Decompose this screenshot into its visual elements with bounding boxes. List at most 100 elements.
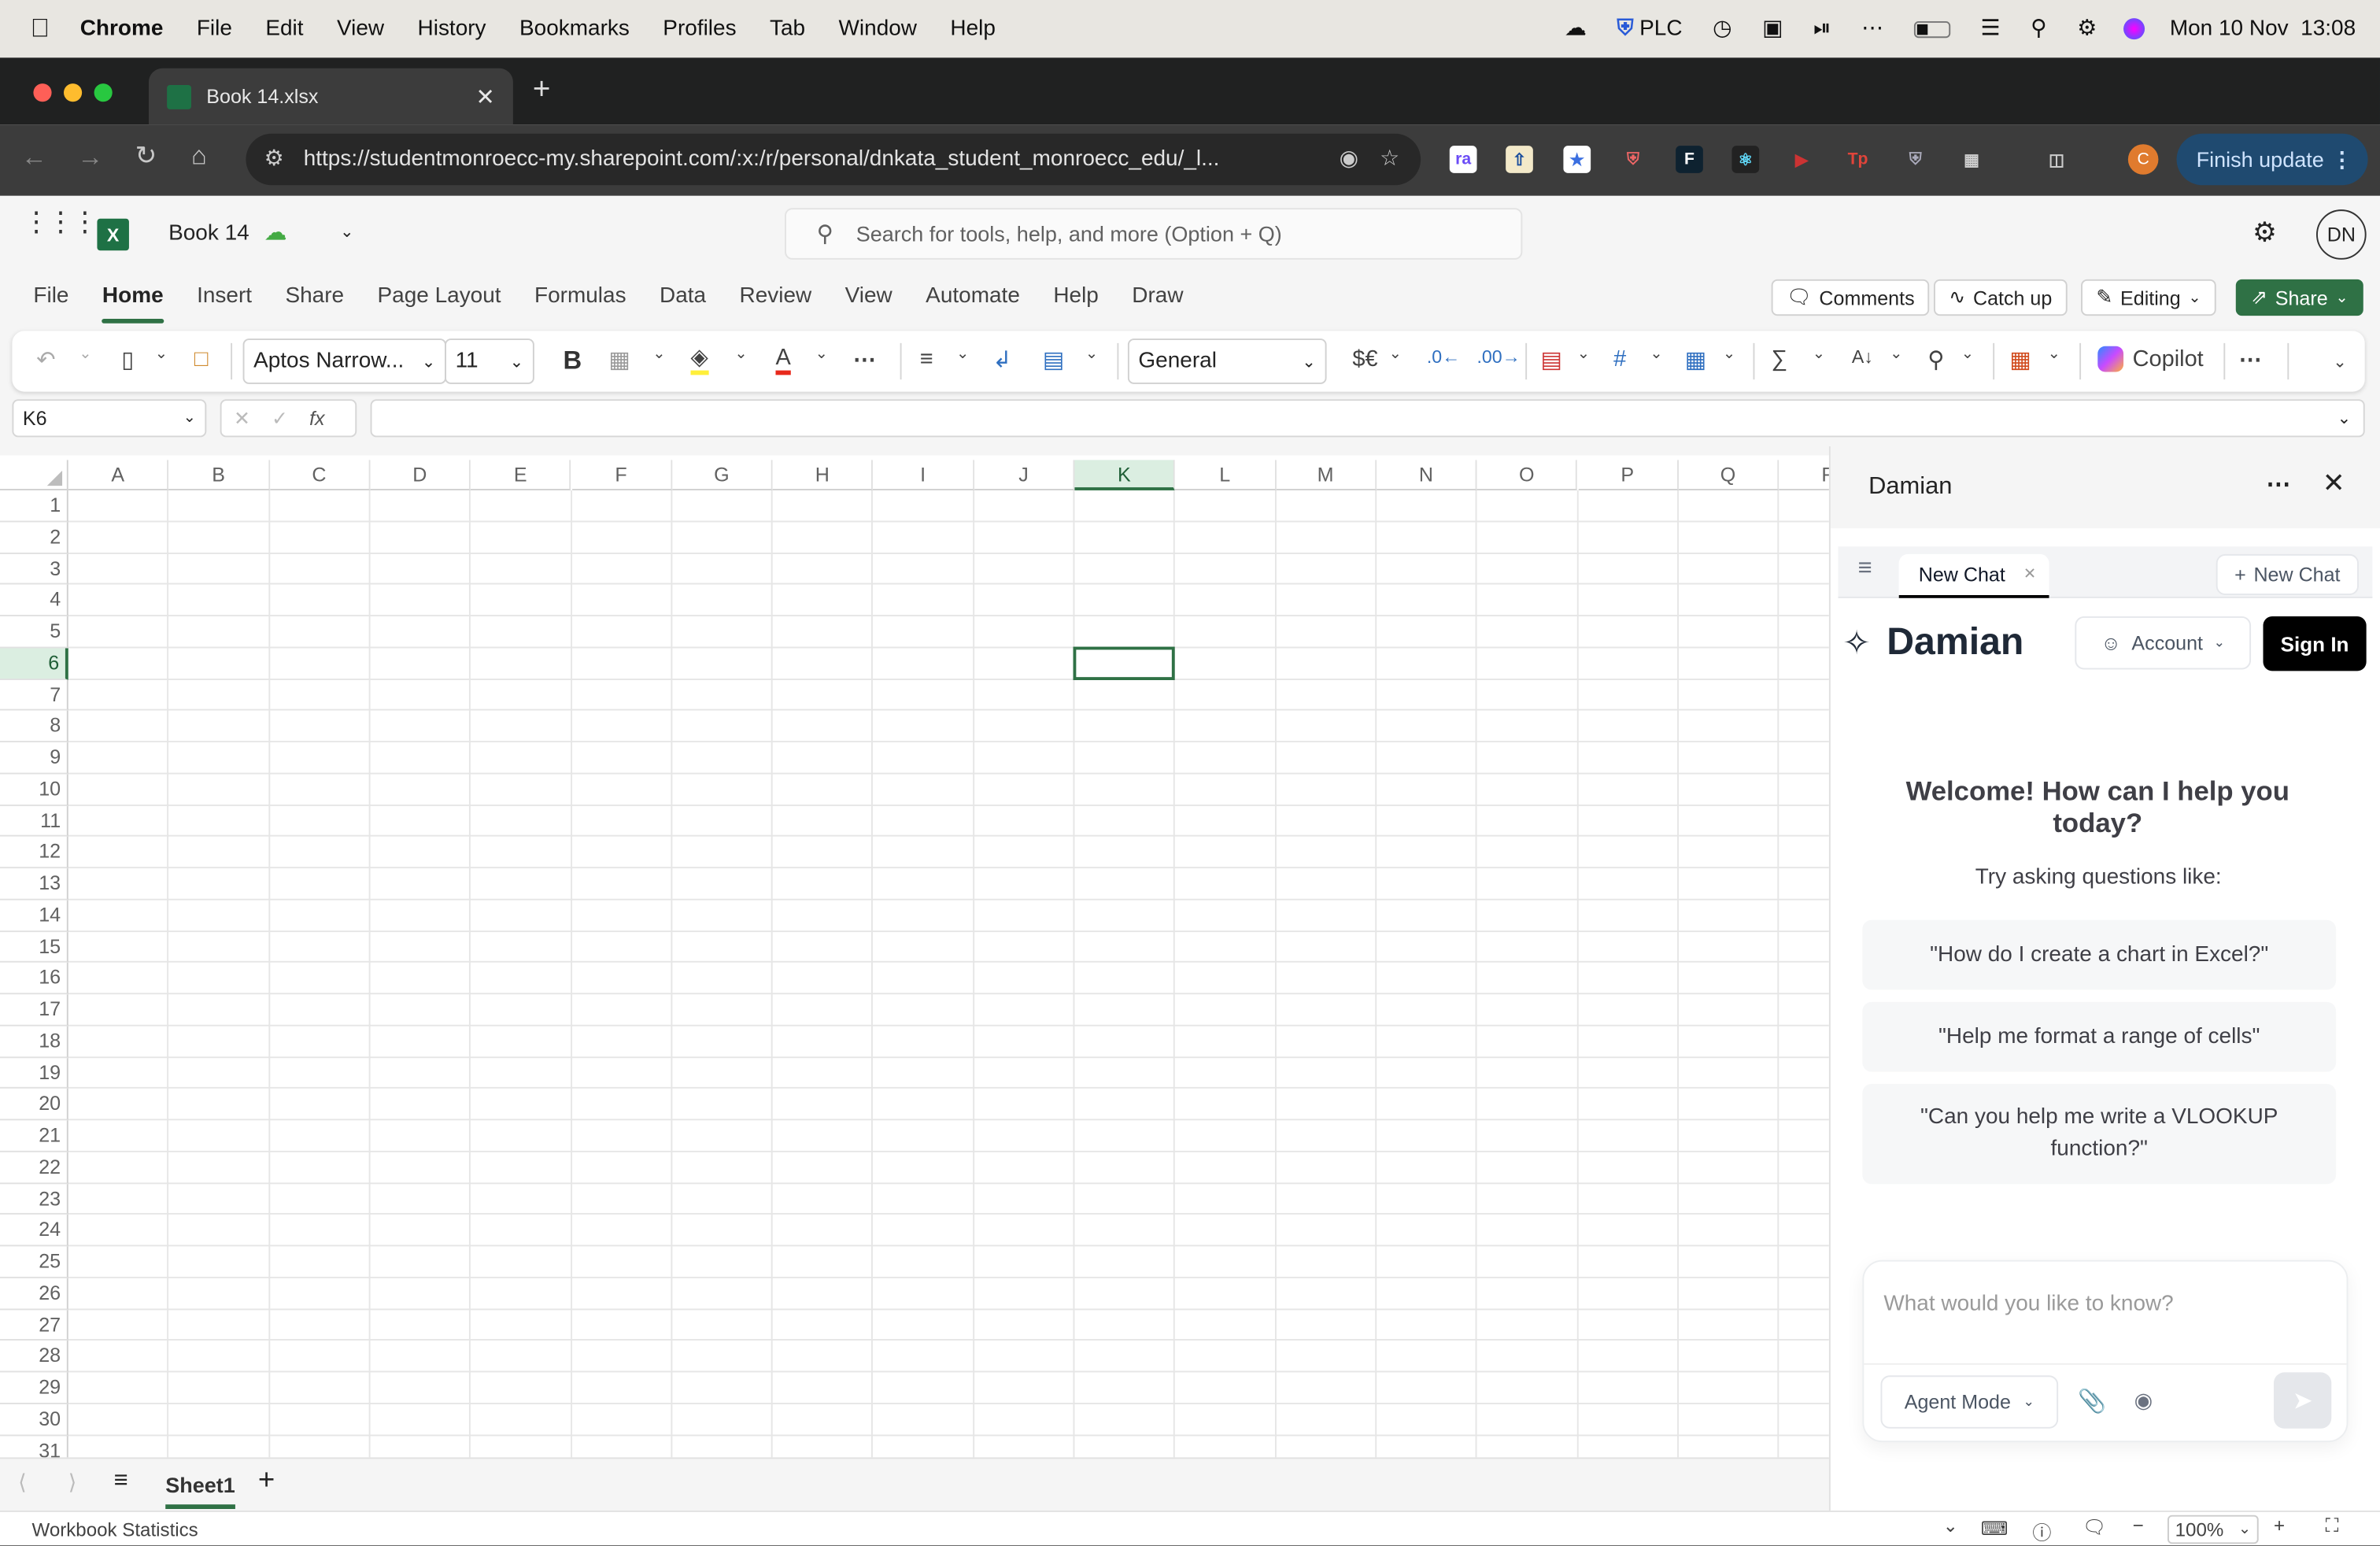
user-avatar[interactable]: DN (2316, 209, 2367, 260)
column-header-A[interactable]: A (68, 460, 169, 490)
agent-mode-dropdown[interactable]: Agent Mode⌄ (1880, 1375, 2058, 1429)
copilot-button[interactable]: Copilot (2097, 346, 2203, 372)
cancel-icon[interactable]: ✕ (234, 406, 250, 431)
row-header-27[interactable]: 27 (0, 1309, 68, 1341)
row-header-14[interactable]: 14 (0, 900, 68, 931)
row-header-10[interactable]: 10 (0, 774, 68, 805)
row-header-8[interactable]: 8 (0, 711, 68, 742)
suggestion-2[interactable]: "Help me format a range of cells" (1862, 1002, 2336, 1072)
borders-icon[interactable]: ▦ (608, 346, 630, 374)
bold-button[interactable]: B (563, 346, 582, 377)
column-header-D[interactable]: D (370, 460, 471, 490)
close-tab-icon[interactable]: ✕ (475, 83, 494, 110)
chat-tab-active[interactable]: New Chat✕ (1899, 554, 2049, 598)
find-chevron-icon[interactable]: ⌄ (1961, 346, 1974, 363)
menu-bookmarks[interactable]: Bookmarks (519, 17, 630, 41)
apple-icon[interactable]:  (31, 13, 50, 44)
close-window-button[interactable] (33, 83, 51, 102)
workbook-statistics[interactable]: Workbook Statistics (31, 1519, 198, 1540)
keyboard-icon[interactable]: ⌨ (1981, 1517, 2009, 1540)
select-all-corner[interactable] (0, 460, 68, 490)
column-header-H[interactable]: H (773, 460, 874, 490)
column-header-E[interactable]: E (471, 460, 571, 490)
enter-check-icon[interactable]: ✓ (272, 406, 288, 431)
suggestion-3[interactable]: "Can you help me write a VLOOKUP functio… (1862, 1084, 2336, 1184)
app-launcher-icon[interactable]: ⋮⋮⋮ (23, 217, 96, 227)
extension-shield-icon[interactable]: ⛨ (1620, 146, 1647, 173)
add-ins-chevron-icon[interactable]: ⌄ (2048, 346, 2060, 363)
ribbon-tab-view[interactable]: View (845, 284, 893, 315)
row-header-28[interactable]: 28 (0, 1341, 68, 1372)
zoom-dropdown[interactable]: 100%⌄ (2168, 1515, 2259, 1544)
expand-formula-chevron-icon[interactable]: ⌄ (2338, 409, 2352, 428)
sign-in-button[interactable]: Sign In (2263, 616, 2366, 671)
row-header-16[interactable]: 16 (0, 963, 68, 994)
fill-color-icon[interactable]: ◈ (690, 346, 708, 375)
font-color-chevron-icon[interactable]: ⌄ (815, 346, 828, 363)
plc-label[interactable]: PLC (1639, 17, 1682, 41)
wifi-icon[interactable]: ☰ (1980, 17, 2000, 41)
column-header-B[interactable]: B (169, 460, 270, 490)
ribbon-tab-review[interactable]: Review (740, 284, 812, 315)
window-icon[interactable]: ▣ (1762, 17, 1783, 41)
row-header-17[interactable]: 17 (0, 994, 68, 1026)
column-header-J[interactable]: J (974, 460, 1075, 490)
menu-view[interactable]: View (337, 17, 384, 41)
row-header-15[interactable]: 15 (0, 931, 68, 963)
spotlight-icon[interactable]: ⚲ (2031, 17, 2046, 41)
menu-window[interactable]: Window (839, 17, 917, 41)
minimize-window-button[interactable] (64, 83, 82, 102)
pane-more-icon[interactable]: ⋯ (2266, 469, 2290, 500)
eye-off-icon[interactable]: ◉ (1340, 147, 1358, 172)
ribbon-tab-insert[interactable]: Insert (197, 284, 252, 315)
cell-styles-icon[interactable]: ▦ (1685, 346, 1706, 374)
ribbon-tab-home[interactable]: Home (102, 284, 164, 315)
camera-icon[interactable]: ◉ (2134, 1388, 2153, 1414)
column-header-Q[interactable]: Q (1679, 460, 1779, 490)
reload-icon[interactable]: ↻ (135, 141, 157, 172)
menu-edit[interactable]: Edit (265, 17, 303, 41)
borders-chevron-icon[interactable]: ⌄ (652, 346, 665, 363)
zoom-out-icon[interactable]: − (2133, 1515, 2144, 1537)
cf-chevron-icon[interactable]: ⌄ (1577, 346, 1590, 363)
column-header-G[interactable]: G (672, 460, 773, 490)
column-header-L[interactable]: L (1175, 460, 1276, 490)
title-chevron-down-icon[interactable]: ⌄ (340, 222, 354, 242)
tab-search-icon[interactable]: ◫ (2043, 146, 2071, 173)
ribbon-tab-formulas[interactable]: Formulas (534, 284, 626, 315)
suggestion-1[interactable]: "How do I create a chart in Excel?" (1862, 920, 2336, 990)
row-header-21[interactable]: 21 (0, 1120, 68, 1152)
row-header-11[interactable]: 11 (0, 805, 68, 837)
ribbon-tab-data[interactable]: Data (660, 284, 706, 315)
extension-tab-star-icon[interactable]: ★ (1563, 146, 1591, 173)
menu-file[interactable]: File (197, 17, 232, 41)
row-header-26[interactable]: 26 (0, 1278, 68, 1309)
menu-profiles[interactable]: Profiles (663, 17, 736, 41)
currency-format-button[interactable]: $€ (1352, 346, 1377, 372)
cloud-sync-icon[interactable]: ☁ (1565, 17, 1587, 41)
send-button[interactable]: ➤ (2274, 1372, 2331, 1428)
prev-sheet-icon[interactable]: ⟨ (18, 1470, 27, 1496)
fullscreen-icon[interactable]: ⛶ (2326, 1515, 2339, 1538)
paste-chevron-icon[interactable]: ⌄ (155, 346, 168, 363)
sort-filter-icon[interactable]: A↓ (1852, 346, 1873, 368)
chat-history-menu-icon[interactable]: ≡ (1858, 556, 1872, 583)
row-header-31[interactable]: 31 (0, 1435, 68, 1457)
name-box[interactable]: K6⌄ (12, 399, 206, 437)
align-chevron-icon[interactable]: ⌄ (956, 346, 969, 363)
pane-close-icon[interactable]: ✕ (2323, 468, 2345, 499)
search-input[interactable]: ⚲ Search for tools, help, and more (Opti… (785, 208, 1522, 260)
column-header-I[interactable]: I (874, 460, 974, 490)
control-center-icon[interactable]: ⚙ (2077, 17, 2097, 41)
format-as-table-icon[interactable]: # (1613, 346, 1626, 372)
expand-ribbon-icon[interactable]: ⌄ (2333, 352, 2347, 372)
increase-decimal-icon[interactable]: .00→ (1476, 346, 1520, 368)
status-chevron-icon[interactable]: ⌄ (1943, 1515, 1958, 1537)
battery-icon[interactable] (1914, 20, 1950, 37)
ribbon-tab-share[interactable]: Share (285, 284, 344, 315)
extension-upload-icon[interactable]: ⇧ (1506, 146, 1533, 173)
font-color-icon[interactable]: A (775, 346, 790, 375)
profile-avatar[interactable]: C (2128, 144, 2159, 175)
site-settings-icon[interactable]: ⚙ (264, 147, 284, 172)
decrease-decimal-icon[interactable]: .0← (1427, 346, 1460, 368)
